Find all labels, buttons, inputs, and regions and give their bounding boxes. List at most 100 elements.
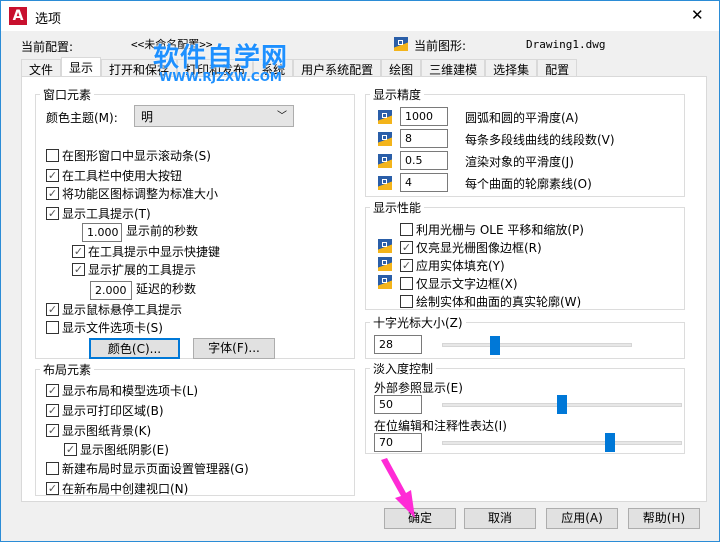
checkbox-label: 显示鼠标悬停工具提示 (62, 303, 183, 317)
rollover-tooltip-checkbox[interactable]: ✓ 显示鼠标悬停工具提示 (46, 301, 182, 318)
help-button[interactable]: 帮助(H) (628, 508, 700, 529)
layout-option-checkbox[interactable]: ✓ 显示可打印区域(B) (46, 402, 164, 419)
file-tabs-checkbox[interactable]: 显示文件选项卡(S) (46, 319, 163, 336)
checkbox-label: 将功能区图标调整为标准大小 (62, 187, 219, 201)
checkbox-label: 在图形窗口中显示滚动条(S) (62, 149, 211, 163)
tab-6[interactable]: 绘图 (381, 59, 422, 77)
checkbox-box[interactable] (400, 223, 413, 236)
watermark: 软件自学网 WWW.RJZXW.COM (153, 37, 288, 84)
checkbox-box[interactable]: ✓ (46, 384, 59, 397)
performance-option-checkbox[interactable]: ✓ 应用实体填充(Y) (400, 257, 505, 274)
inplace-fade-input[interactable]: 70 (374, 433, 422, 452)
resolution-label: 圆弧和圆的平滑度(A) (465, 111, 579, 125)
drawing-saved-icon (378, 257, 392, 271)
color-theme-select[interactable]: 明 ﹀ (134, 105, 294, 127)
layout-option-checkbox[interactable]: ✓ 显示布局和模型选项卡(L) (46, 382, 198, 399)
checkbox-box[interactable]: ✓ (46, 424, 59, 437)
group-title: 显示性能 (370, 199, 425, 216)
checkbox-label: 在工具提示中显示快捷键 (88, 245, 221, 259)
checkbox-label: 显示可打印区域(B) (62, 404, 164, 418)
crosshair-slider-track[interactable] (442, 343, 632, 347)
tab-0[interactable]: 文件 (21, 59, 62, 77)
performance-option-checkbox[interactable]: 仅显示文字边框(X) (400, 275, 518, 292)
resolution-label: 每条多段线曲线的线段数(V) (465, 133, 615, 147)
window-option-checkbox[interactable]: ✓ 将功能区图标调整为标准大小 (46, 185, 218, 202)
checkbox-box[interactable] (46, 321, 59, 334)
resolution-input[interactable]: 0.5 (400, 151, 448, 170)
checkbox-box[interactable]: ✓ (46, 482, 59, 495)
checkbox-box[interactable] (46, 462, 59, 475)
checkbox-box[interactable]: ✓ (46, 169, 59, 182)
show-shortcut-checkbox[interactable]: ✓ 在工具提示中显示快捷键 (72, 243, 220, 260)
resolution-label: 渲染对象的平滑度(J) (465, 155, 574, 169)
drawing-saved-icon (378, 132, 392, 146)
inplace-fade-slider-track[interactable] (442, 441, 682, 445)
autocad-logo-icon: A (9, 7, 27, 25)
extended-delay-input[interactable]: 2.000 (90, 281, 132, 300)
current-profile-label: 当前配置: (21, 40, 74, 54)
fonts-button[interactable]: 字体(F)... (193, 338, 275, 359)
drawing-icon (394, 37, 408, 51)
tab-1[interactable]: 显示 (61, 57, 102, 77)
checkbox-label: 显示扩展的工具提示 (88, 263, 197, 277)
tab-8[interactable]: 选择集 (485, 59, 538, 77)
drawing-saved-icon (378, 275, 392, 289)
checkbox-box[interactable] (46, 149, 59, 162)
tooltip-delay-input[interactable]: 1.000 (82, 223, 122, 242)
layout-option-checkbox[interactable]: 新建布局时显示页面设置管理器(G) (46, 460, 249, 477)
display-performance-group: 显示性能 利用光栅与 OLE 平移和缩放(P) ✓ 仅亮显光栅图像边框(R) ✓ 应用实… (365, 199, 685, 310)
options-dialog: A 选项 ✕ 当前配置: <<未命名配置>> 当前图形: Drawing1.dw… (0, 0, 720, 542)
checkbox-box[interactable] (400, 295, 413, 308)
window-option-checkbox[interactable]: ✓ 显示工具提示(T) (46, 205, 151, 222)
color-theme-label: 颜色主题(M): (46, 111, 118, 125)
drawing-saved-icon (378, 154, 392, 168)
chevron-down-icon: ﹀ (277, 111, 287, 122)
group-title: 布局元素 (40, 361, 95, 378)
watermark-url: WWW.RJZXW.COM (159, 70, 282, 84)
window-elements-group: 窗口元素 颜色主题(M): 明 ﹀ 在图形窗口中显示滚动条(S) ✓ 在工具栏中使用… (35, 86, 355, 359)
xref-fade-slider-thumb[interactable] (557, 395, 567, 414)
colors-button[interactable]: 颜色(C)... (89, 338, 180, 359)
checkbox-box[interactable] (400, 277, 413, 290)
xref-fade-input[interactable]: 50 (374, 395, 422, 414)
group-title: 十字光标大小(Z) (370, 314, 466, 331)
window-option-checkbox[interactable]: 在图形窗口中显示滚动条(S) (46, 147, 211, 164)
resolution-input[interactable]: 4 (400, 173, 448, 192)
performance-option-checkbox[interactable]: 利用光栅与 OLE 平移和缩放(P) (400, 221, 584, 238)
tab-9[interactable]: 配置 (537, 59, 578, 77)
checkbox-box[interactable]: ✓ (46, 303, 59, 316)
drawing-saved-icon (378, 110, 392, 124)
checkbox-label: 应用实体填充(Y) (416, 259, 505, 273)
tab-bar: 文件 显示 打开和保存 打印和发布 系统 用户系统配置 绘图 三维建模 选择集 配置 (21, 57, 578, 77)
inplace-fade-slider-thumb[interactable] (605, 433, 615, 452)
resolution-input[interactable]: 1000 (400, 107, 448, 126)
resolution-input[interactable]: 8 (400, 129, 448, 148)
performance-option-checkbox[interactable]: 绘制实体和曲面的真实轮廓(W) (400, 293, 581, 310)
close-icon[interactable]: ✕ (691, 6, 704, 24)
checkbox-box[interactable]: ✓ (64, 443, 77, 456)
tooltip-delay-label: 显示前的秒数 (126, 224, 199, 238)
checkbox-box[interactable]: ✓ (46, 187, 59, 200)
layout-option-checkbox[interactable]: ✓ 显示图纸阴影(E) (64, 441, 169, 458)
checkbox-label: 显示图纸背景(K) (62, 424, 152, 438)
checkbox-box[interactable]: ✓ (46, 404, 59, 417)
crosshair-slider-thumb[interactable] (490, 336, 501, 355)
inplace-fade-label: 在位编辑和注释性表达(I) (374, 419, 507, 433)
crosshair-size-input[interactable]: 28 (374, 335, 422, 354)
checkbox-box[interactable]: ✓ (400, 241, 413, 254)
tab-7[interactable]: 三维建模 (421, 59, 486, 77)
checkbox-box[interactable]: ✓ (72, 245, 85, 258)
checkbox-box[interactable]: ✓ (72, 263, 85, 276)
layout-option-checkbox[interactable]: ✓ 在新布局中创建视口(N) (46, 480, 188, 497)
window-option-checkbox[interactable]: ✓ 在工具栏中使用大按钮 (46, 167, 182, 184)
layout-option-checkbox[interactable]: ✓ 显示图纸背景(K) (46, 422, 151, 439)
cancel-button[interactable]: 取消 (464, 508, 536, 529)
color-theme-value: 明 (141, 110, 154, 124)
apply-button[interactable]: 应用(A) (546, 508, 618, 529)
checkbox-box[interactable]: ✓ (46, 207, 59, 220)
tab-5[interactable]: 用户系统配置 (293, 59, 382, 77)
checkbox-box[interactable]: ✓ (400, 259, 413, 272)
extended-tooltip-checkbox[interactable]: ✓ 显示扩展的工具提示 (72, 261, 196, 278)
window-title: 选项 (35, 12, 62, 27)
performance-option-checkbox[interactable]: ✓ 仅亮显光栅图像边框(R) (400, 239, 542, 256)
